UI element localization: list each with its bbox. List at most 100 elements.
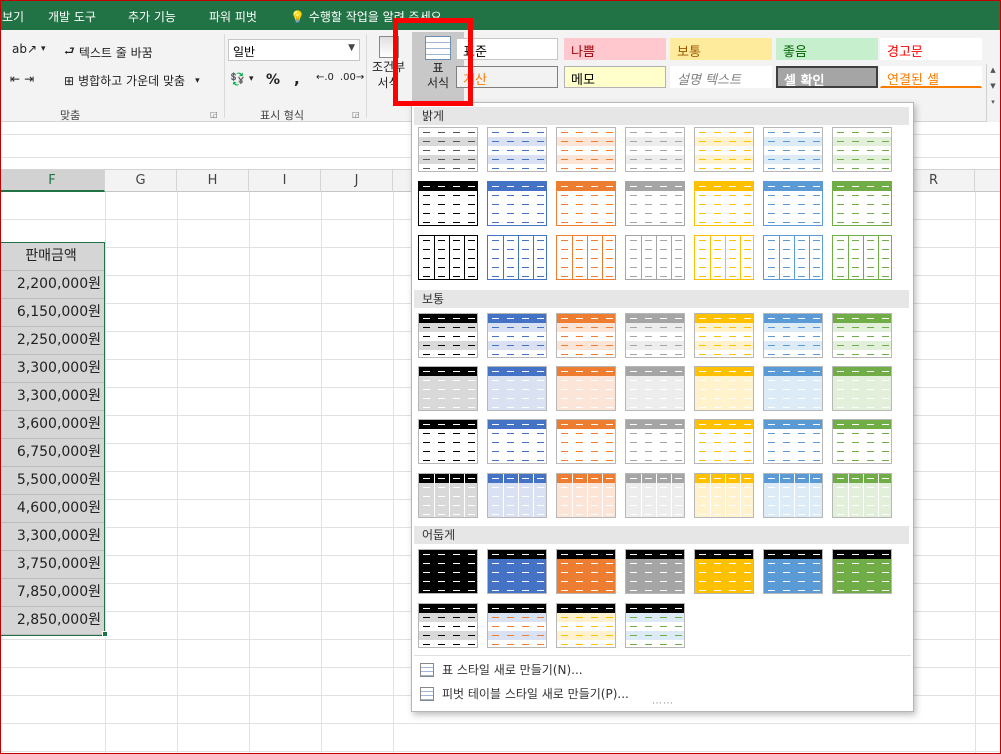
new-table-style-item[interactable]: 표 스타일 새로 만들기(N)... [420, 661, 583, 678]
table-style-thumbnail[interactable] [625, 127, 685, 172]
thumbnail-row [695, 209, 753, 218]
thumbnail-row [488, 622, 546, 631]
thumbnail-row [488, 394, 546, 403]
table-style-thumbnail[interactable] [625, 313, 685, 358]
thumbnail-row [626, 350, 684, 357]
table-style-thumbnail[interactable] [763, 419, 823, 464]
table-style-thumbnail[interactable] [625, 235, 685, 280]
thumbnail-column-line [518, 236, 519, 279]
table-style-thumbnail[interactable] [418, 127, 478, 172]
table-style-thumbnail[interactable] [694, 127, 754, 172]
table-style-thumbnail[interactable] [625, 366, 685, 411]
table-style-thumbnail[interactable] [418, 419, 478, 464]
thumbnail-column-line [671, 236, 672, 279]
table-style-thumbnail[interactable] [418, 603, 478, 648]
thumbnail-row [695, 245, 753, 254]
thumbnail-row [833, 568, 891, 577]
table-style-thumbnail[interactable] [694, 366, 754, 411]
thumbnail-row [557, 559, 615, 568]
thumbnail-row [488, 483, 546, 492]
thumbnail-row [557, 200, 615, 209]
thumbnail-row [488, 137, 546, 146]
thumbnail-column-line [725, 236, 726, 279]
table-style-thumbnail[interactable] [418, 313, 478, 358]
table-style-thumbnail[interactable] [418, 473, 478, 518]
table-style-thumbnail[interactable] [832, 366, 892, 411]
table-style-thumbnail[interactable] [763, 235, 823, 280]
thumbnail-row [833, 483, 891, 492]
table-style-thumbnail[interactable] [487, 419, 547, 464]
thumbnail-row [419, 586, 477, 593]
table-style-thumbnail[interactable] [487, 603, 547, 648]
table-style-thumbnail[interactable] [556, 473, 616, 518]
thumbnail-row [833, 137, 891, 146]
table-style-thumbnail[interactable] [694, 181, 754, 226]
table-style-thumbnail[interactable] [556, 235, 616, 280]
table-style-thumbnail[interactable] [763, 549, 823, 594]
table-style-thumbnail[interactable] [418, 235, 478, 280]
table-style-thumbnail[interactable] [487, 473, 547, 518]
table-style-thumbnail[interactable] [625, 181, 685, 226]
thumbnail-row [419, 191, 477, 200]
table-style-thumbnail[interactable] [832, 473, 892, 518]
thumbnail-row [695, 341, 753, 350]
table-style-thumbnail[interactable] [763, 181, 823, 226]
table-style-thumbnail[interactable] [487, 181, 547, 226]
thumbnail-row [764, 350, 822, 357]
thumbnail-column-line [671, 474, 672, 517]
table-style-thumbnail[interactable] [625, 473, 685, 518]
table-style-thumbnail[interactable] [694, 473, 754, 518]
thumbnail-row [833, 332, 891, 341]
table-style-thumbnail[interactable] [832, 549, 892, 594]
thumbnail-row [833, 420, 891, 429]
table-style-thumbnail[interactable] [832, 419, 892, 464]
table-style-thumbnail[interactable] [556, 127, 616, 172]
new-pivot-style-item[interactable]: 피벗 테이블 스타일 새로 만들기(P)... [420, 685, 629, 702]
table-style-thumbnail[interactable] [625, 419, 685, 464]
thumbnail-row [695, 137, 753, 146]
table-style-thumbnail[interactable] [832, 181, 892, 226]
table-style-thumbnail[interactable] [694, 313, 754, 358]
table-style-thumbnail[interactable] [418, 181, 478, 226]
table-style-thumbnail[interactable] [625, 603, 685, 648]
table-style-thumbnail[interactable] [418, 366, 478, 411]
table-style-thumbnail[interactable] [694, 549, 754, 594]
thumbnail-row [419, 164, 477, 171]
table-style-thumbnail[interactable] [487, 549, 547, 594]
thumbnail-row [419, 568, 477, 577]
table-style-thumbnail[interactable] [556, 603, 616, 648]
thumbnail-row [557, 501, 615, 510]
table-style-thumbnail[interactable] [556, 181, 616, 226]
table-style-thumbnail[interactable] [832, 313, 892, 358]
thumbnail-row [419, 559, 477, 568]
table-style-thumbnail[interactable] [763, 366, 823, 411]
table-style-thumbnail[interactable] [487, 366, 547, 411]
table-style-thumbnail[interactable] [556, 366, 616, 411]
thumbnail-row [488, 501, 546, 510]
thumbnail-row [557, 164, 615, 171]
table-style-thumbnail[interactable] [487, 127, 547, 172]
table-style-thumbnail[interactable] [556, 313, 616, 358]
thumbnail-row [626, 483, 684, 492]
thumbnail-row [488, 429, 546, 438]
thumbnail-row [695, 403, 753, 410]
table-style-thumbnail[interactable] [763, 473, 823, 518]
table-style-thumbnail[interactable] [832, 127, 892, 172]
thumbnail-row [695, 420, 753, 429]
table-style-thumbnail[interactable] [694, 235, 754, 280]
table-style-thumbnail[interactable] [487, 313, 547, 358]
table-style-thumbnail[interactable] [487, 235, 547, 280]
table-style-thumbnail[interactable] [763, 313, 823, 358]
thumbnail-row [419, 314, 477, 323]
thumbnail-row [419, 640, 477, 647]
table-style-thumbnail[interactable] [625, 549, 685, 594]
table-style-thumbnail[interactable] [556, 549, 616, 594]
thumbnail-column-line [710, 474, 711, 517]
resize-grip-icon[interactable]: ⋯⋯ [652, 698, 674, 709]
table-style-thumbnail[interactable] [763, 127, 823, 172]
table-style-thumbnail[interactable] [832, 235, 892, 280]
table-style-thumbnail[interactable] [418, 549, 478, 594]
thumbnail-row [695, 155, 753, 164]
table-style-thumbnail[interactable] [694, 419, 754, 464]
table-style-thumbnail[interactable] [556, 419, 616, 464]
